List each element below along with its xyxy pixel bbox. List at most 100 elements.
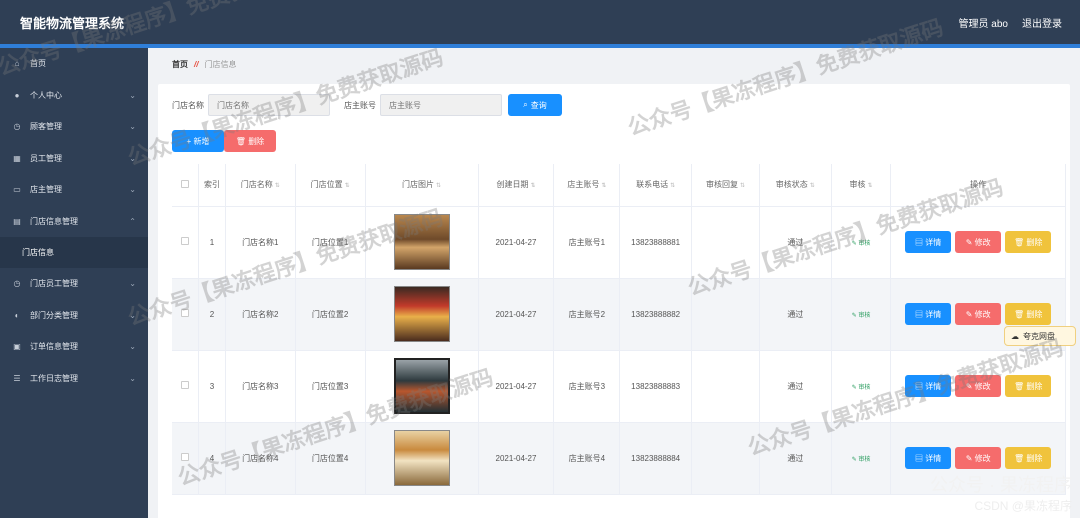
edit-label: 修改: [974, 381, 991, 391]
store-thumbnail[interactable]: [393, 358, 450, 414]
chevron-down-icon: ⌄: [129, 122, 136, 131]
sort-icon: ⇅: [739, 183, 745, 190]
cell-phone: 13823888881: [619, 206, 693, 279]
col-image-label: 门店图片: [402, 180, 434, 190]
delete-label: 删除: [1026, 453, 1043, 463]
select-all-checkbox[interactable]: [181, 179, 190, 188]
col-status[interactable]: 审核状态 ⇅: [759, 164, 832, 207]
col-date[interactable]: 创建日期 ⇅: [478, 164, 555, 207]
breadcrumb-home[interactable]: 首页: [172, 59, 188, 70]
detail-button[interactable]: ▤ 详情: [905, 447, 952, 469]
sort-icon: ⇅: [344, 183, 350, 190]
sidebar-item-store-info[interactable]: ▤ 门店信息管理 ⌃: [0, 206, 148, 238]
store-thumbnail[interactable]: [393, 286, 450, 342]
add-button-label: 新增: [193, 136, 210, 146]
chevron-down-icon: ⌄: [129, 185, 136, 194]
col-owner[interactable]: 店主账号 ⇅: [553, 164, 621, 207]
col-location-label: 门店位置: [310, 180, 343, 190]
audit-link[interactable]: ✎ 审核: [852, 457, 871, 463]
row-checkbox[interactable]: [181, 381, 190, 389]
cell-audit: ✎ 审核: [831, 422, 892, 495]
store-thumbnail[interactable]: [393, 214, 450, 270]
cell-audit: ✎ 审核: [831, 350, 892, 423]
sliders-icon: ☰: [13, 373, 21, 383]
search-button[interactable]: ⌕ 查询: [508, 94, 562, 116]
row-checkbox[interactable]: [181, 453, 190, 461]
edit-label: 修改: [974, 237, 991, 247]
row-checkbox[interactable]: [181, 237, 190, 245]
edit-button[interactable]: ✎ 修改: [955, 231, 1002, 253]
col-location[interactable]: 门店位置 ⇅: [295, 164, 366, 207]
order-icon: ▣: [13, 342, 21, 352]
owner-input[interactable]: [380, 94, 502, 116]
detail-button[interactable]: ▤ 详情: [905, 231, 952, 253]
edit-button[interactable]: ✎ 修改: [955, 447, 1002, 469]
corner-credit-line2: CSDN @果冻程序: [974, 499, 1072, 513]
current-user: 管理员 abo: [958, 18, 1008, 30]
delete-selected-button[interactable]: 🗑 删除: [224, 130, 276, 152]
col-phone[interactable]: 联系电话 ⇅: [619, 164, 693, 207]
cell-status: 通过: [759, 206, 832, 279]
sidebar-item-owners[interactable]: ▭ 店主管理 ⌄: [0, 174, 148, 206]
cell-status: 通过: [759, 350, 832, 423]
chevron-down-icon: ⌄: [129, 90, 136, 100]
audit-link[interactable]: ✎ 审核: [852, 241, 871, 247]
store-name-input[interactable]: [208, 94, 330, 116]
app-title: 智能物流管理系统: [20, 15, 125, 31]
cell-owner: 店主账号1: [553, 206, 621, 279]
sidebar-item-store-staff[interactable]: ◷ 门店员工管理 ⌄: [0, 268, 148, 300]
row-select-cell: [172, 422, 200, 495]
sidebar-item-worklog[interactable]: ☰ 工作日志管理 ⌄: [0, 363, 148, 395]
detail-button[interactable]: ▤ 详情: [905, 303, 952, 325]
col-reply[interactable]: 审核回复 ⇅: [691, 164, 760, 207]
delete-button[interactable]: 🗑 删除: [1005, 231, 1052, 253]
audit-label: 审核: [858, 240, 871, 247]
audit-link[interactable]: ✎ 审核: [852, 313, 871, 319]
delete-button[interactable]: 🗑 删除: [1005, 303, 1052, 325]
detail-label: 详情: [925, 309, 942, 319]
sidebar-item-employees[interactable]: ▦ 员工管理 ⌄: [0, 143, 148, 175]
sidebar-item-home[interactable]: ⌂ 首页: [0, 48, 148, 80]
store-thumbnail[interactable]: [393, 430, 450, 486]
cell-reply: [691, 350, 760, 423]
cell-phone: 13823888882: [619, 278, 693, 351]
chevron-down-icon: ⌄: [129, 153, 136, 163]
sidebar-item-profile[interactable]: ● 个人中心 ⌄: [0, 80, 148, 112]
col-image[interactable]: 门店图片 ⇅: [365, 164, 479, 207]
table-row: 2 门店名称2 门店位置2 2021-04-27 店主账号2 138238888…: [172, 278, 1066, 351]
cell-image: [365, 350, 479, 423]
edit-button[interactable]: ✎ 修改: [955, 375, 1002, 397]
detail-button[interactable]: ▤ 详情: [905, 375, 952, 397]
logout-link[interactable]: 退出登录: [1022, 15, 1062, 30]
chevron-down-icon: ⌄: [129, 373, 136, 383]
search-bar: 门店名称 店主账号 ⌕查询: [172, 94, 562, 116]
delete-button[interactable]: 🗑 删除: [1005, 447, 1052, 469]
sidebar-item-customers[interactable]: ◷ 顾客管理 ⌄: [0, 111, 148, 143]
sort-icon: ⇅: [809, 183, 815, 190]
detail-label: 详情: [925, 237, 942, 247]
col-name[interactable]: 门店名称 ⇅: [225, 164, 296, 207]
sidebar-item-label: 门店员工管理: [30, 279, 78, 289]
cell-audit: ✎ 审核: [831, 278, 892, 351]
bulb-icon: ◐: [14, 310, 20, 320]
cell-location: 门店位置4: [295, 422, 366, 495]
clock-icon: ◷: [13, 279, 21, 289]
add-button[interactable]: + 新增: [172, 130, 224, 152]
cell-image: [365, 206, 479, 279]
sidebar-item-label: 订单信息管理: [30, 342, 78, 352]
col-phone-label: 联系电话: [636, 180, 669, 190]
col-audit[interactable]: 审核 ⇅: [831, 164, 892, 207]
delete-button[interactable]: 🗑 删除: [1005, 375, 1052, 397]
sidebar-item-departments[interactable]: ◐ 部门分类管理 ⌄: [0, 300, 148, 332]
corner-credit-line1: 公众号 · 果冻程序: [930, 475, 1072, 495]
table-row: 1 门店名称1 门店位置1 2021-04-27 店主账号1 138238888…: [172, 206, 1066, 279]
sidebar-subitem-store-info[interactable]: 门店信息: [0, 237, 148, 268]
cell-actions: ▤ 详情 ✎ 修改 🗑 删除: [890, 206, 1066, 279]
edit-button[interactable]: ✎ 修改: [955, 303, 1002, 325]
row-checkbox[interactable]: [181, 309, 190, 317]
col-audit-label: 审核: [849, 180, 866, 190]
cloud-drive-badge[interactable]: ☁ 夸克网盘: [1004, 326, 1076, 346]
sidebar-item-orders[interactable]: ▣ 订单信息管理 ⌄: [0, 331, 148, 363]
cell-image: [365, 278, 479, 351]
audit-link[interactable]: ✎ 审核: [852, 385, 871, 391]
